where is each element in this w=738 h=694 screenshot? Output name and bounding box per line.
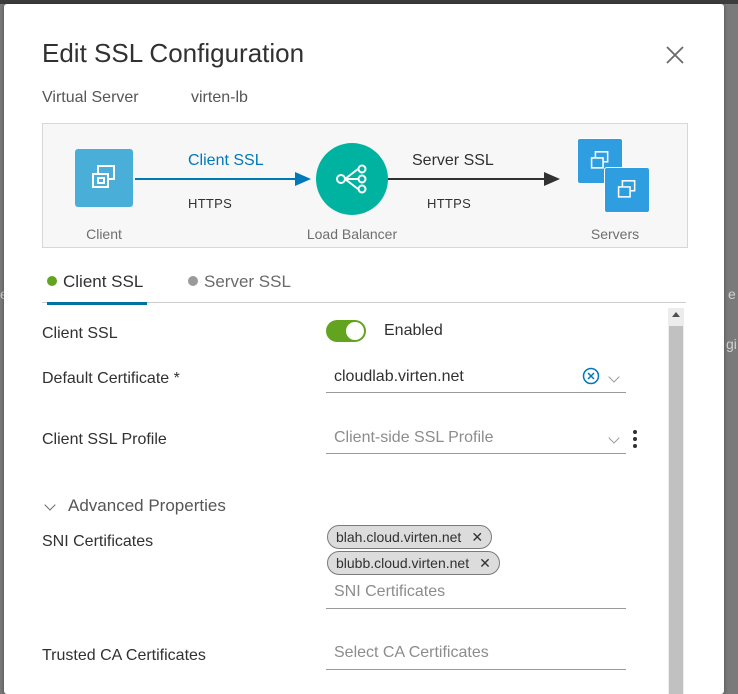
chip-label: blubb.cloud.virten.net [336,555,470,571]
dialog-title: Edit SSL Configuration [42,38,305,68]
client-ssl-profile-select[interactable]: Client-side SSL Profile [326,425,626,454]
toggle-status-text: Enabled [384,322,443,339]
load-balancer-icon [316,143,388,215]
edit-ssl-dialog: Edit SSL Configuration Virtual Server vi… [4,4,724,694]
vertical-scrollbar[interactable] [668,308,684,694]
client-ssl-label: Client SSL [42,325,118,342]
sni-certificate-chip: blubb.cloud.virten.net ✕ [327,551,500,575]
client-ssl-toggle[interactable] [326,320,366,342]
backdrop-text: gi [726,336,737,352]
advanced-properties-toggle[interactable]: Advanced Properties [42,496,226,516]
default-certificate-value: cloudlab.virten.net [334,368,464,385]
trusted-ca-label: Trusted CA Certificates [42,647,206,664]
tab-label: Client SSL [63,272,144,291]
chevron-down-icon [44,498,56,511]
chevron-down-icon[interactable] [608,432,620,444]
server-ssl-label: Server SSL [412,152,494,169]
remove-chip-icon[interactable]: ✕ [471,529,483,546]
ssl-tabs: Client SSL Server SSL [42,264,686,305]
chevron-down-icon[interactable] [608,371,620,383]
tab-client-ssl[interactable]: Client SSL [47,272,148,305]
tab-label: Server SSL [204,272,291,291]
scroll-thumb[interactable] [669,326,683,694]
client-ssl-label: Client SSL [188,152,264,169]
sni-certificate-chip: blah.cloud.virten.net ✕ [327,525,493,549]
server-protocol: HTTPS [427,196,472,211]
virtual-server-value: virten-lb [191,89,248,106]
ssl-flow-diagram: Client Client SSL HTTPS Load Balancer Se… [42,123,688,248]
client-label: Client [86,226,122,242]
scroll-up-arrow-icon[interactable] [672,312,680,317]
client-ssl-profile-label: Client SSL Profile [42,431,167,448]
advanced-properties-label: Advanced Properties [68,496,226,515]
default-certificate-label: Default Certificate * [42,370,180,387]
sni-certificates-input[interactable]: SNI Certificates [326,583,626,609]
tab-server-ssl[interactable]: Server SSL [188,272,291,302]
load-balancer-label: Load Balancer [306,226,398,242]
client-icon [75,149,133,207]
status-dot [47,276,57,286]
close-icon[interactable] [664,44,686,66]
trusted-ca-input[interactable]: Select CA Certificates [326,644,626,670]
server-ssl-arrow [388,172,560,186]
server-icon [604,167,650,213]
toggle-knob [346,322,364,340]
status-dot [188,276,198,286]
client-protocol: HTTPS [188,196,233,211]
client-ssl-arrow [135,172,311,186]
virtual-server-label: Virtual Server [42,89,139,106]
sni-certificates-label: SNI Certificates [42,533,154,550]
more-options-icon[interactable] [630,428,640,450]
remove-chip-icon[interactable]: ✕ [479,555,491,572]
chip-label: blah.cloud.virten.net [336,529,462,545]
default-certificate-select[interactable]: cloudlab.virten.net [326,364,626,393]
client-ssl-profile-placeholder: Client-side SSL Profile [334,429,494,446]
backdrop-text: e [728,286,736,302]
servers-label: Servers [590,226,640,242]
clear-icon[interactable] [582,367,600,385]
